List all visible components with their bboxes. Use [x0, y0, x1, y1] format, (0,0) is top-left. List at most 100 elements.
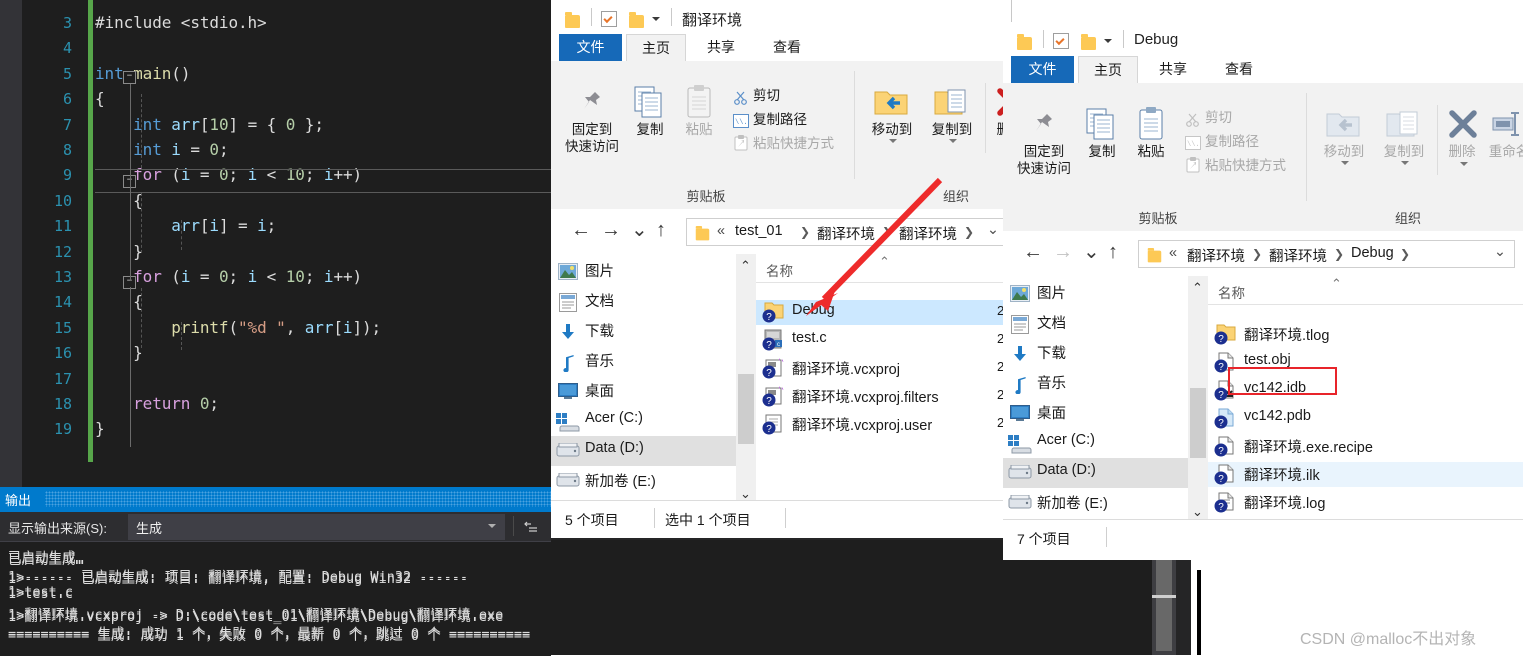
breadcrumb-segment[interactable]: test_01 [735, 223, 783, 239]
file-row[interactable]: ?vc142.pdb [1208, 406, 1523, 431]
back-arrow-icon[interactable]: ← [1023, 242, 1043, 262]
output-tab-bar[interactable]: 输出 [0, 487, 551, 512]
explorer-tab-1[interactable]: 主页 [626, 34, 686, 61]
nav-item-7[interactable]: 新加卷 (E:) [551, 466, 736, 496]
nav-item-1[interactable]: 文档 [1003, 308, 1188, 338]
move-to-button[interactable]: 移动到 [1316, 143, 1372, 160]
output-source-select[interactable]: 生成 [128, 514, 505, 540]
scroll-down-arrow-icon[interactable]: ⌄ [1192, 504, 1203, 520]
chevron-down-icon[interactable] [1341, 161, 1349, 165]
file-explorer-window-1[interactable]: 翻译环境 文件主页共享查看 固定到快速访问复制粘贴剪切\\..复制路径粘贴快捷方… [551, 0, 1012, 537]
paste-button[interactable]: 粘贴 [1130, 143, 1172, 160]
scrollbar-thumb[interactable] [738, 374, 754, 444]
scroll-up-arrow-icon[interactable]: ⌃ [740, 258, 751, 274]
properties-checkbox-icon[interactable] [601, 11, 617, 27]
explorer1-title-bar[interactable]: 翻译环境 [551, 0, 1011, 34]
code-line[interactable]: int i = 0; [95, 140, 229, 159]
file-row[interactable]: ?翻译环境.ilk [1208, 462, 1523, 487]
nav-item-5[interactable]: Acer (C:) [1003, 428, 1188, 458]
scroll-up-arrow-icon[interactable]: ⌃ [1192, 280, 1203, 296]
code-line[interactable]: { [95, 191, 143, 210]
nav-item-0[interactable]: 图片 [1003, 278, 1188, 308]
explorer2-title-bar[interactable]: Debug [1003, 22, 1523, 56]
back-arrow-icon[interactable]: ← [571, 220, 591, 240]
explorer2-navigation-pane[interactable]: 图片文档下载音乐桌面Acer (C:)Data (D:)新加卷 (E:) [1003, 276, 1188, 534]
explorer-tab-1[interactable]: 主页 [1078, 56, 1138, 83]
file-row[interactable]: ?翻译环境.tlog [1208, 322, 1523, 347]
code-line[interactable]: #include <stdio.h> [95, 13, 267, 32]
pin-to-quick-access-button[interactable]: 固定到快速访问 [1011, 143, 1077, 177]
file-explorer-window-2[interactable]: Debug 文件主页共享查看 固定到快速访问复制粘贴剪切\\..复制路径粘贴快捷… [1003, 22, 1523, 532]
nav-item-5[interactable]: Acer (C:) [551, 406, 736, 436]
nav-item-4[interactable]: 桌面 [1003, 398, 1188, 428]
chevron-down-icon[interactable] [949, 139, 957, 143]
explorer2-ribbon-tabs[interactable]: 文件主页共享查看 [1003, 56, 1523, 83]
explorer-tab-3[interactable]: 查看 [1208, 56, 1270, 83]
breadcrumb-separator-icon[interactable]: ❯ [1252, 247, 1262, 261]
file-row[interactable]: ?翻译环境.vcxproj.user2 [756, 412, 1011, 437]
nav-item-3[interactable]: 音乐 [1003, 368, 1188, 398]
breadcrumb-segment[interactable]: 翻译环境 [1269, 245, 1327, 266]
file-row[interactable]: ?翻译环境.log [1208, 490, 1523, 515]
copy-path-button[interactable]: 复制路径 [1205, 133, 1285, 150]
explorer1-file-list[interactable]: 名称⌃?Debug2c?test.c2?翻译环境.vcxproj2?翻译环境.v… [756, 254, 1011, 512]
copy-button[interactable]: 复制 [1081, 143, 1123, 160]
scrollbar-thumb[interactable] [1156, 558, 1172, 651]
code-line[interactable]: { [95, 89, 105, 108]
address-bar[interactable]: «翻译环境❯翻译环境❯Debug❯⌄ [1138, 240, 1515, 268]
forward-arrow-icon[interactable]: → [1053, 242, 1073, 262]
delete-button[interactable]: 删除 [1438, 143, 1486, 160]
chevron-down-icon[interactable] [1460, 162, 1468, 166]
chevron-down-icon[interactable] [1401, 161, 1409, 165]
new-folder-icon[interactable] [629, 15, 644, 28]
nav-item-6[interactable]: Data (D:) [1003, 458, 1188, 488]
explorer1-nav-scrollbar[interactable]: ⌃ ⌄ [736, 254, 756, 512]
breadcrumb-separator-icon[interactable]: ❯ [964, 225, 974, 239]
explorer2-file-list[interactable]: 名称⌃?翻译环境.tlog?test.obj?vc142.idb?vc142.p… [1208, 276, 1523, 534]
code-line[interactable]: } [95, 343, 143, 362]
explorer-tab-0[interactable]: 文件 [1011, 56, 1074, 83]
explorer1-navigation-pane[interactable]: 图片文档下载音乐桌面Acer (C:)Data (D:)新加卷 (E:) [551, 254, 736, 512]
chevron-down-icon[interactable] [1104, 39, 1112, 43]
breadcrumb-segment[interactable]: 翻译环境 [1187, 245, 1245, 266]
move-to-button[interactable]: 移动到 [864, 121, 920, 138]
paste-button[interactable]: 粘贴 [678, 121, 720, 138]
file-row[interactable]: ?Debug2 [756, 300, 1011, 325]
fold-collapse-icon[interactable]: − [123, 71, 136, 84]
scrollbar-split-handle[interactable] [1152, 595, 1176, 598]
copy-button[interactable]: 复制 [629, 121, 671, 138]
breadcrumb-separator-icon[interactable]: ❯ [1400, 247, 1410, 261]
explorer2-ribbon[interactable]: 固定到快速访问复制粘贴剪切\\..复制路径粘贴快捷方式移动到复制到删除重命名剪贴… [1003, 83, 1523, 232]
paste-shortcut-button[interactable]: 粘贴快捷方式 [1205, 157, 1315, 174]
nav-item-4[interactable]: 桌面 [551, 376, 736, 406]
address-dropdown-icon[interactable]: ⌄ [1494, 244, 1506, 260]
recent-locations-icon[interactable]: ⌄ [1083, 242, 1100, 262]
explorer-tab-2[interactable]: 共享 [1142, 56, 1204, 83]
up-arrow-icon[interactable]: ↑ [1108, 242, 1118, 262]
breadcrumb-segment[interactable]: 翻译环境 [817, 223, 875, 244]
chevron-down-icon[interactable] [889, 139, 897, 143]
editor-code-area[interactable]: #include <stdio.h>int main(){ int arr[10… [95, 0, 551, 487]
breadcrumb-segment[interactable]: 翻译环境 [899, 223, 957, 244]
nav-item-6[interactable]: Data (D:) [551, 436, 736, 466]
address-dropdown-icon[interactable]: ⌄ [987, 222, 999, 238]
cut-button[interactable]: 剪切 [1205, 109, 1255, 126]
nav-item-1[interactable]: 文档 [551, 286, 736, 316]
explorer1-ribbon-tabs[interactable]: 文件主页共享查看 [551, 34, 1011, 61]
code-line[interactable]: printf("%d ", arr[i]); [95, 318, 381, 337]
explorer2-nav-scrollbar[interactable]: ⌃ ⌄ [1188, 276, 1208, 534]
scrollbar-thumb[interactable] [1190, 388, 1206, 458]
breadcrumb-separator-icon[interactable]: ❯ [1334, 247, 1344, 261]
copy-to-button[interactable]: 复制到 [1376, 143, 1432, 160]
forward-arrow-icon[interactable]: → [601, 220, 621, 240]
pin-to-quick-access-button[interactable]: 固定到快速访问 [559, 121, 625, 155]
paste-shortcut-button[interactable]: 粘贴快捷方式 [753, 135, 863, 152]
explorer-tab-2[interactable]: 共享 [690, 34, 752, 61]
code-line[interactable]: } [95, 242, 143, 261]
breadcrumb-separator-icon[interactable]: ❯ [882, 225, 892, 239]
code-line[interactable]: } [95, 419, 105, 438]
recent-locations-icon[interactable]: ⌄ [631, 220, 648, 240]
explorer-tab-0[interactable]: 文件 [559, 34, 622, 61]
breadcrumb-segment[interactable]: Debug [1351, 245, 1394, 261]
up-arrow-icon[interactable]: ↑ [656, 220, 666, 240]
